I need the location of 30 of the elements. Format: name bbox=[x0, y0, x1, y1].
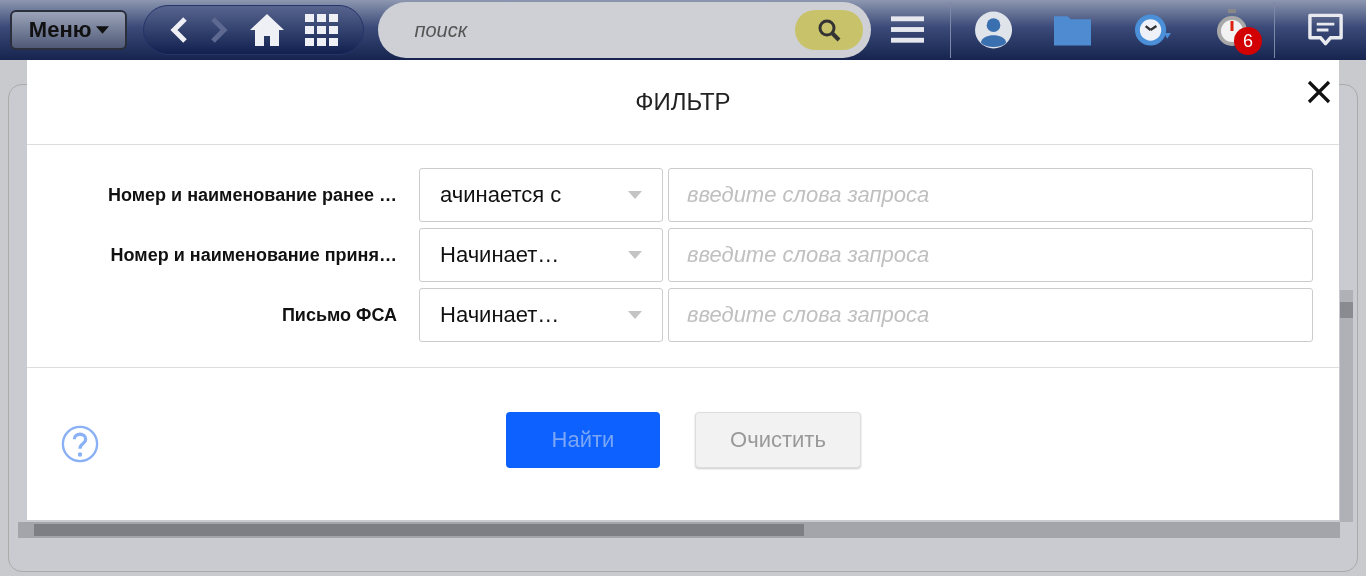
query-input-field[interactable]: введите слова запроса bbox=[668, 168, 1313, 222]
operator-dropdown[interactable]: Начинает… bbox=[419, 228, 663, 282]
filter-label: Номер и наименование приня… bbox=[109, 244, 398, 266]
search-icon bbox=[816, 18, 841, 42]
search-button[interactable] bbox=[794, 10, 863, 50]
clock-icon[interactable] bbox=[1133, 11, 1172, 49]
user-icon[interactable] bbox=[974, 11, 1012, 49]
vertical-scrollbar[interactable] bbox=[1340, 290, 1353, 522]
horizontal-scrollbar[interactable] bbox=[18, 522, 1340, 538]
query-input-field[interactable]: введите слова запроса bbox=[668, 288, 1313, 342]
search-bar[interactable]: поиск bbox=[378, 2, 871, 58]
chat-icon[interactable] bbox=[1306, 12, 1344, 48]
query-input-field[interactable]: введите слова запроса bbox=[668, 228, 1313, 282]
notification-badge: 6 bbox=[1234, 27, 1262, 55]
caret-icon bbox=[628, 191, 642, 199]
close-icon[interactable] bbox=[1307, 80, 1331, 104]
caret-icon bbox=[628, 311, 642, 319]
menu-button[interactable]: Меню bbox=[10, 10, 128, 50]
caret-icon bbox=[628, 251, 642, 259]
apps-grid-icon[interactable] bbox=[305, 14, 340, 46]
filter-label: Номер и наименование ранее … bbox=[107, 184, 398, 206]
filter-label: Письмо ФСА bbox=[280, 304, 398, 326]
search-field[interactable]: поиск bbox=[412, 17, 795, 43]
back-icon[interactable] bbox=[168, 16, 189, 44]
operator-dropdown[interactable]: ачинается с bbox=[419, 168, 663, 222]
operator-dropdown[interactable]: Начинает… bbox=[419, 288, 663, 342]
menu-icon[interactable] bbox=[890, 16, 924, 44]
dialog-title: ФИЛЬТР bbox=[635, 88, 731, 116]
home-icon[interactable] bbox=[249, 13, 286, 47]
caret-icon bbox=[95, 26, 109, 34]
